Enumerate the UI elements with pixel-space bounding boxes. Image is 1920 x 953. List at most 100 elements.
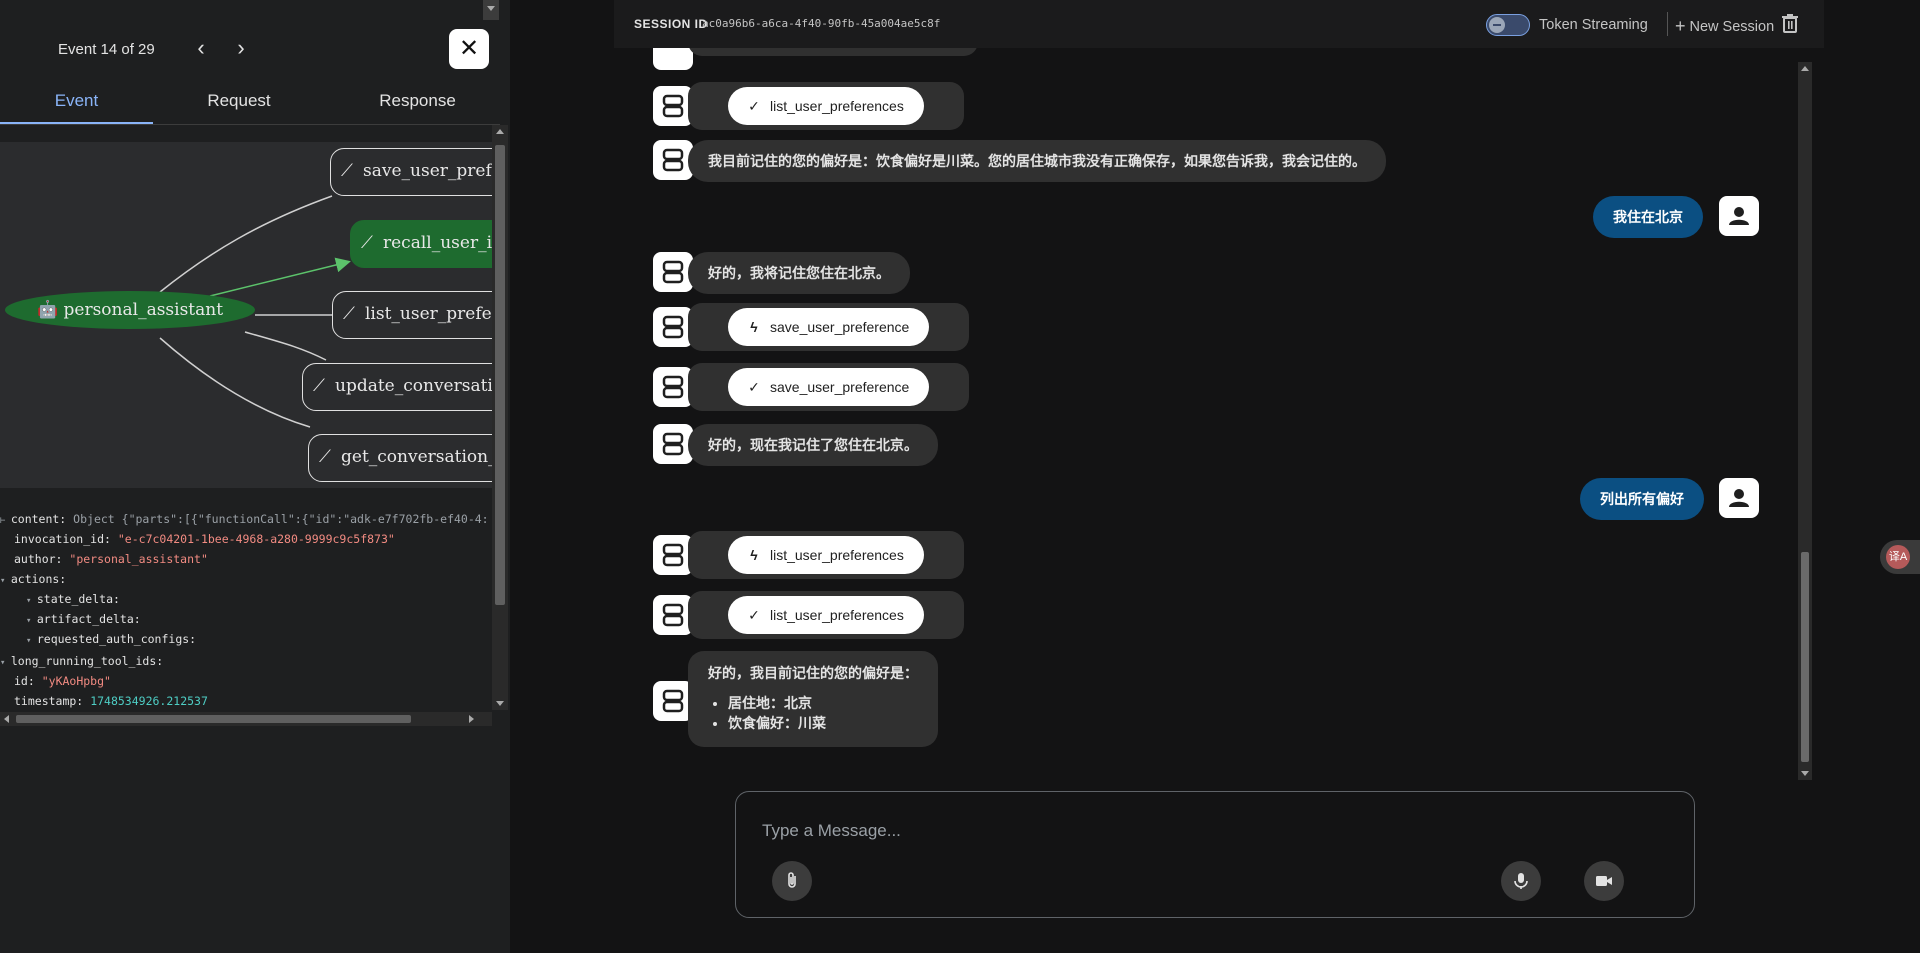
wrench-icon: ⟋	[343, 304, 355, 324]
tab-response[interactable]: Response	[330, 84, 505, 124]
delete-session-icon[interactable]	[1781, 13, 1799, 33]
user-message: 列出所有偏好	[1580, 478, 1704, 520]
bot-avatar-icon	[653, 86, 693, 126]
check-icon: ✓	[748, 607, 760, 623]
wrench-icon: ⟋	[361, 233, 373, 253]
bot-avatar-icon	[653, 140, 693, 180]
scroll-down-arrow[interactable]	[496, 701, 504, 706]
bot-avatar-icon	[653, 367, 693, 407]
scroll-thumb[interactable]	[1801, 552, 1809, 762]
tool-call-chip[interactable]: ϟ list_user_preferences	[728, 536, 924, 574]
tool-result-chip[interactable]: ✓ list_user_preferences	[728, 596, 924, 634]
app-root: Event 14 of 29 ‹ › ✕ Event Request Respo…	[0, 0, 1920, 953]
tool-result-chip[interactable]: ✓ save_user_preference	[728, 368, 930, 406]
tab-event[interactable]: Event	[0, 84, 153, 124]
close-panel-button[interactable]: ✕	[449, 29, 489, 69]
wrench-icon: ⟋	[341, 161, 353, 181]
check-icon: ✓	[748, 98, 760, 114]
translate-widget[interactable]: 译A	[1880, 540, 1920, 574]
event-json-viewer: ⊢ content: Object {"parts":[{"functionCa…	[0, 512, 489, 708]
scroll-left-arrow[interactable]	[4, 715, 9, 723]
tool-node[interactable]: ⟋list_user_prefere	[332, 291, 492, 339]
scroll-right-arrow[interactable]	[469, 715, 474, 723]
microphone-icon	[1514, 873, 1528, 889]
agent-node-label: personal_assistant	[63, 300, 224, 320]
tool-node[interactable]: ⟋update_conversation	[302, 363, 492, 411]
prev-event-button[interactable]: ‹	[186, 34, 216, 64]
translate-icon: 译A	[1886, 545, 1910, 569]
list-item: 居住地：北京	[728, 693, 918, 713]
tool-node[interactable]: ⟋get_conversation_su	[308, 434, 492, 482]
microphone-button[interactable]	[1501, 861, 1541, 901]
plus-icon: +	[1675, 16, 1686, 36]
agent-graph: 🤖 personal_assistant ⟋save_user_prefere …	[0, 142, 492, 488]
video-camera-icon	[1596, 876, 1612, 886]
event-header: Event 14 of 29 ‹ › ✕	[0, 20, 500, 80]
robot-icon: 🤖	[36, 300, 59, 320]
tool-call-bubble: ϟ save_user_preference	[688, 303, 970, 351]
tool-node[interactable]: ⟋save_user_prefere	[330, 148, 492, 196]
json-horizontal-scrollbar[interactable]	[0, 712, 492, 726]
list-item: 饮食偏好：川菜	[728, 713, 918, 733]
scroll-thumb[interactable]	[16, 715, 411, 723]
collapse-icon[interactable]: ▾	[26, 616, 37, 626]
bot-message: 好的，现在我记住了您住在北京。	[688, 424, 938, 466]
session-id-label: SESSION ID	[634, 17, 708, 31]
wrench-icon: ⟋	[319, 447, 331, 467]
bot-avatar-icon	[653, 307, 693, 347]
expand-icon[interactable]: ⊢	[0, 516, 11, 526]
tool-node-highlighted[interactable]: ⟋ recall_user_in	[350, 220, 492, 268]
scroll-up-arrow[interactable]	[1801, 66, 1809, 71]
user-message: 我住在北京	[1593, 196, 1703, 238]
next-event-button[interactable]: ›	[226, 34, 256, 64]
tool-bubble-partial	[688, 48, 978, 56]
collapse-icon[interactable]: ▾	[0, 658, 11, 668]
tool-call-chip[interactable]: ϟ save_user_preference	[728, 308, 930, 346]
chat-vertical-scrollbar[interactable]	[1798, 62, 1812, 780]
user-avatar-icon	[1719, 478, 1759, 518]
collapse-icon[interactable]: ▾	[26, 596, 37, 606]
toggle-knob	[1489, 17, 1505, 33]
new-session-button[interactable]: + New Session	[1675, 16, 1774, 37]
token-streaming-toggle[interactable]	[1486, 14, 1530, 36]
tab-request[interactable]: Request	[160, 84, 318, 124]
scroll-up-arrow[interactable]	[496, 129, 504, 134]
check-icon: ✓	[748, 379, 760, 395]
bot-avatar-icon	[653, 252, 693, 292]
collapse-icon[interactable]: ▾	[26, 636, 37, 646]
panel-scroll-up[interactable]	[483, 0, 499, 20]
preferences-list: 居住地：北京 饮食偏好：川菜	[728, 693, 918, 733]
scroll-down-arrow[interactable]	[1801, 771, 1809, 776]
bot-avatar-icon	[653, 681, 693, 721]
bolt-icon: ϟ	[750, 547, 758, 563]
bot-avatar-icon	[653, 595, 693, 635]
attach-button[interactable]	[772, 861, 812, 901]
event-panel: Event 14 of 29 ‹ › ✕ Event Request Respo…	[0, 0, 510, 953]
bot-avatar-icon	[653, 48, 693, 70]
agent-node[interactable]: 🤖 personal_assistant	[5, 291, 255, 329]
chat-area: SESSION ID ac0a96b6-a6ca-4f40-90fb-45a00…	[510, 0, 1920, 953]
bolt-icon: ϟ	[750, 319, 758, 335]
bot-message: 好的，我将记住您住在北京。	[688, 252, 910, 294]
bot-message-list: 好的，我目前记住的您的偏好是： 居住地：北京 饮食偏好：川菜	[688, 651, 938, 747]
bot-avatar-icon	[653, 424, 693, 464]
bot-message: 我目前记住的您的偏好是：饮食偏好是川菜。您的居住城市我没有正确保存，如果您告诉我…	[688, 140, 1386, 182]
event-tabs: Event Request Response	[0, 84, 500, 125]
message-list: ✓ list_user_preferences 我目前记住的您的偏好是：饮食偏好是…	[614, 48, 1810, 778]
token-streaming-label: Token Streaming	[1539, 17, 1648, 33]
scroll-thumb[interactable]	[495, 145, 505, 605]
tool-call-bubble: ✓ save_user_preference	[688, 363, 970, 411]
message-composer	[735, 791, 1695, 918]
toolbar-divider	[1667, 12, 1668, 36]
tool-result-chip[interactable]: ✓ list_user_preferences	[728, 87, 924, 125]
bot-avatar-icon	[653, 535, 693, 575]
collapse-icon[interactable]: ▾	[0, 576, 11, 586]
paperclip-icon	[788, 872, 796, 888]
message-input[interactable]	[762, 818, 1642, 844]
user-avatar-icon	[1719, 196, 1759, 236]
tool-call-bubble: ✓ list_user_preferences	[688, 591, 964, 639]
panel-vertical-scrollbar[interactable]	[492, 125, 508, 710]
tool-call-bubble: ✓ list_user_preferences	[688, 82, 964, 130]
video-button[interactable]	[1584, 861, 1624, 901]
tool-call-bubble: ϟ list_user_preferences	[688, 531, 964, 579]
